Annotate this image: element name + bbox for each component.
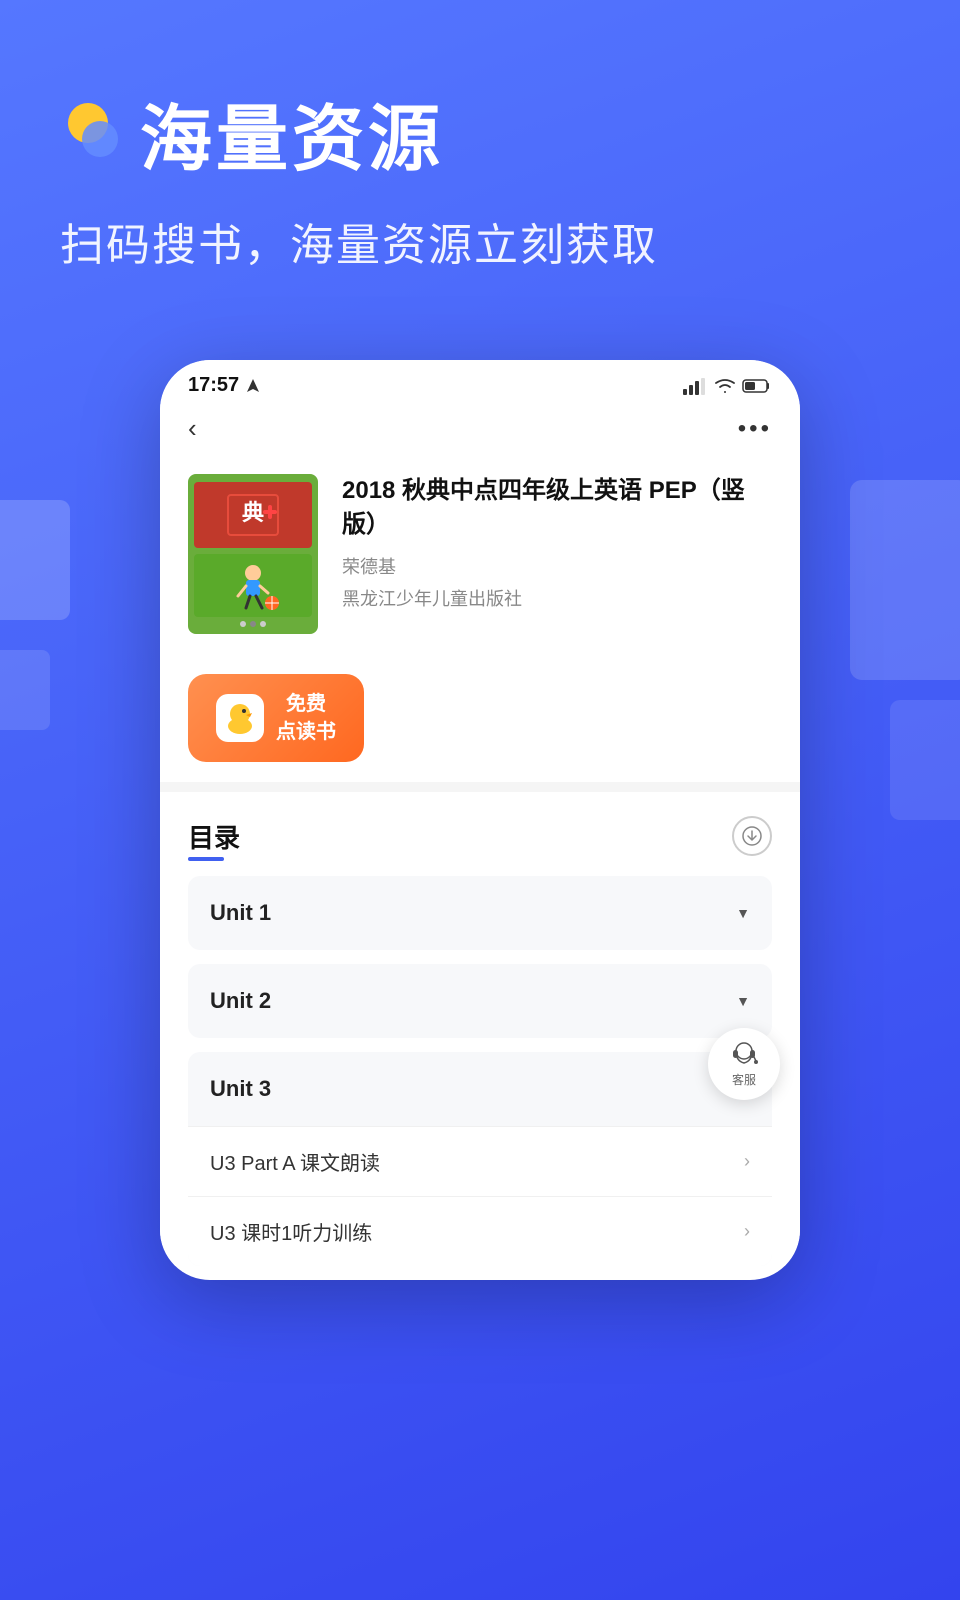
navigation-icon <box>245 378 261 394</box>
unit-2-label: Unit 2 <box>210 988 271 1014</box>
phone-screen: 17:57 <box>160 360 800 1280</box>
unit-3-header[interactable]: Unit 3 <box>188 1052 772 1126</box>
sub-item-u3-listening-arrow-icon: › <box>744 1221 750 1242</box>
book-title: 2018 秋典中点四年级上英语 PEP（竖版） <box>342 474 772 541</box>
sub-item-u3-listening[interactable]: U3 课时1听力训练 › <box>188 1196 772 1266</box>
unit-list: Unit 1 ▼ Unit 2 ▼ Unit 3 <box>188 876 772 1266</box>
sub-item-u3-listening-label: U3 课时1听力训练 <box>210 1217 372 1246</box>
unit-item-3: Unit 3 U3 Part A 课文朗读 › U3 课时1听力训练 › <box>188 1052 772 1266</box>
download-button[interactable] <box>732 816 772 856</box>
phone-mockup: 17:57 <box>160 360 800 1280</box>
headset-icon <box>728 1041 760 1069</box>
unit-1-header[interactable]: Unit 1 ▼ <box>188 876 772 950</box>
book-section: 典 <box>160 454 800 654</box>
download-icon <box>741 825 763 847</box>
header-section: 海量资源 扫码搜书，海量资源立刻获取 <box>0 0 960 317</box>
back-button[interactable]: ‹ <box>188 413 197 444</box>
unit-2-header[interactable]: Unit 2 ▼ <box>188 964 772 1038</box>
app-logo-icon <box>60 101 124 165</box>
book-author: 荣德基 <box>342 553 772 579</box>
sub-item-u3-parta-arrow-icon: › <box>744 1151 750 1172</box>
signal-icon <box>682 377 708 395</box>
more-button[interactable]: ••• <box>738 415 772 443</box>
battery-icon <box>742 378 772 394</box>
unit-item-1: Unit 1 ▼ <box>188 876 772 950</box>
status-icons <box>682 377 772 395</box>
sub-item-u3-parta-label: U3 Part A 课文朗读 <box>210 1147 380 1176</box>
catalog-section: 目录 Unit 1 ▼ <box>160 792 800 1266</box>
svg-text:典: 典 <box>242 500 264 525</box>
duck-icon <box>222 700 258 736</box>
customer-service-button[interactable]: 客服 <box>708 1028 780 1100</box>
unit-1-label: Unit 1 <box>210 900 271 926</box>
catalog-title: 目录 <box>188 818 240 855</box>
unit-3-sub-items: U3 Part A 课文朗读 › U3 课时1听力训练 › <box>188 1126 772 1266</box>
unit-1-arrow-icon: ▼ <box>736 905 750 921</box>
customer-service-label: 客服 <box>732 1071 756 1088</box>
book-publisher: 黑龙江少年儿童出版社 <box>342 585 772 611</box>
book-cover: 典 <box>188 474 318 634</box>
unit-3-label: Unit 3 <box>210 1076 271 1102</box>
free-read-button[interactable]: 免费 点读书 <box>188 674 364 762</box>
header-title: 海量资源 <box>140 80 444 185</box>
unit-item-2: Unit 2 ▼ <box>188 964 772 1038</box>
header-subtitle: 扫码搜书，海量资源立刻获取 <box>60 215 900 277</box>
wifi-icon <box>714 378 736 394</box>
character-icon <box>218 558 288 613</box>
status-bar: 17:57 <box>160 360 800 403</box>
catalog-header: 目录 <box>188 816 772 856</box>
free-read-text: 免费 点读书 <box>276 690 336 746</box>
nav-bar: ‹ ••• <box>160 403 800 454</box>
sub-item-u3-parta[interactable]: U3 Part A 课文朗读 › <box>188 1126 772 1196</box>
logo-row: 海量资源 <box>60 80 900 185</box>
free-read-icon <box>216 694 264 742</box>
book-info: 2018 秋典中点四年级上英语 PEP（竖版） 荣德基 黑龙江少年儿童出版社 <box>342 474 772 611</box>
free-read-section: 免费 点读书 <box>160 654 800 782</box>
unit-2-arrow-icon: ▼ <box>736 993 750 1009</box>
status-time: 17:57 <box>188 374 239 397</box>
book-icon: 典 <box>223 490 283 540</box>
